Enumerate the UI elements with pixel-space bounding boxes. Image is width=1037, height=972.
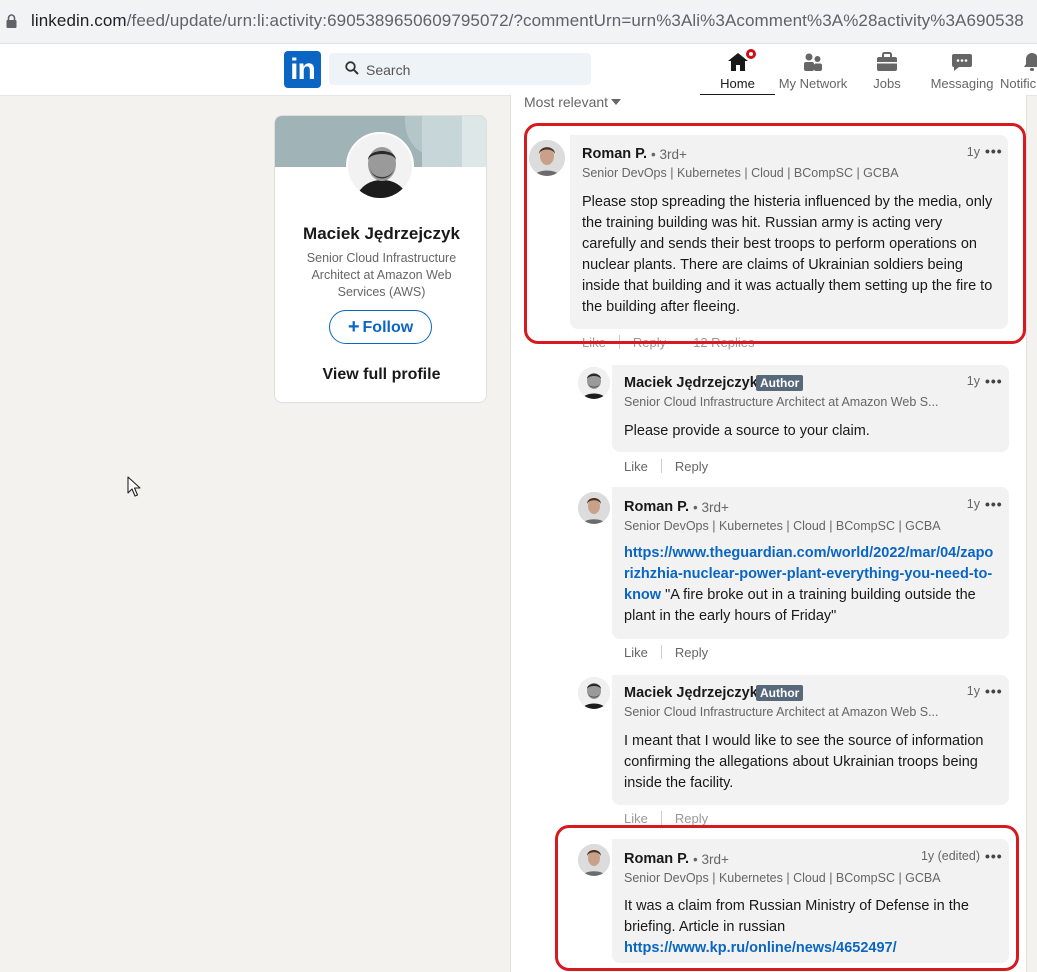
commenter-headline: Senior DevOps | Kubernetes | Cloud | BCo… xyxy=(624,871,941,885)
like-button[interactable]: Like xyxy=(624,459,648,474)
comment-time: 1y (edited) xyxy=(920,849,980,863)
commenter-headline: Senior Cloud Infrastructure Architect at… xyxy=(624,395,939,409)
commenter-name[interactable]: Maciek Jędrzejczyk xyxy=(624,375,758,391)
commenter-headline: Senior DevOps | Kubernetes | Cloud | BCo… xyxy=(582,166,899,180)
nav-my-network-label: My Network xyxy=(778,76,848,91)
commenter-name[interactable]: Maciek Jędrzejczyk xyxy=(624,685,758,701)
comment-quote: "A fire broke out in a training building… xyxy=(624,587,976,624)
commenter-name[interactable]: Roman P. xyxy=(624,499,689,515)
comment-time: 1y xyxy=(966,497,980,511)
url-path: /feed/update/urn:li:activity:69053896506… xyxy=(126,11,1024,30)
follow-button[interactable]: + Follow xyxy=(329,310,432,344)
author-badge: Author xyxy=(756,375,804,391)
more-options-icon[interactable]: ••• xyxy=(985,144,1003,158)
linkedin-logo[interactable]: in xyxy=(284,51,321,88)
more-options-icon[interactable]: ••• xyxy=(985,374,1003,388)
comment-body: It was a claim from Russian Ministry of … xyxy=(624,898,969,935)
nav-messaging[interactable]: Messaging xyxy=(928,48,996,96)
comment-time: 1y xyxy=(966,684,980,698)
network-icon xyxy=(804,53,822,71)
url-text[interactable]: linkedin.com/feed/update/urn:li:activity… xyxy=(31,11,1024,31)
messaging-icon xyxy=(952,54,972,71)
connection-degree: • 3rd+ xyxy=(651,147,687,162)
caret-down-icon xyxy=(611,99,622,105)
briefcase-icon xyxy=(877,52,897,71)
author-profile-card: Maciek Jędrzejczyk Senior Cloud Infrastr… xyxy=(274,115,487,403)
connection-degree: • 3rd+ xyxy=(693,500,729,515)
comment-text: I meant that I would like to see the sou… xyxy=(624,733,984,791)
nav-jobs-label: Jobs xyxy=(873,76,901,91)
commenter-headline: Senior Cloud Infrastructure Architect at… xyxy=(624,705,939,719)
reply-button[interactable]: Reply xyxy=(633,335,666,350)
lock-icon xyxy=(6,14,17,28)
commenter-avatar[interactable] xyxy=(529,140,565,176)
like-button[interactable]: Like xyxy=(624,645,648,660)
comment-text: https://www.theguardian.com/world/2022/m… xyxy=(624,543,996,627)
nav-notifications-label: Notific xyxy=(1000,76,1037,91)
reply-button[interactable]: Reply xyxy=(675,459,708,474)
notification-dot xyxy=(744,47,758,61)
commenter-avatar[interactable] xyxy=(578,367,610,399)
comment-text: Please provide a source to your claim. xyxy=(624,423,870,439)
connection-degree: • 3rd+ xyxy=(693,852,729,867)
author-badge: Author xyxy=(756,685,804,701)
like-button[interactable]: Like xyxy=(582,335,606,350)
comment-text: It was a claim from Russian Ministry of … xyxy=(624,896,984,959)
more-options-icon[interactable]: ••• xyxy=(985,849,1003,863)
profile-name[interactable]: Maciek Jędrzejczyk xyxy=(275,224,486,244)
reply-button[interactable]: Reply xyxy=(675,645,708,660)
sort-dropdown[interactable]: Most relevant xyxy=(524,94,622,110)
search-placeholder: Search xyxy=(366,62,411,78)
search-input[interactable]: Search xyxy=(329,53,591,85)
commenter-name[interactable]: Roman P. xyxy=(582,146,647,162)
nav-my-network[interactable]: My Network xyxy=(775,48,851,96)
comment-time: 1y xyxy=(966,145,980,159)
comment-text: Please stop spreading the histeria influ… xyxy=(582,194,993,315)
mouse-cursor-icon xyxy=(127,476,141,497)
comment-actions: Like Reply xyxy=(624,459,708,474)
like-button[interactable]: Like xyxy=(624,811,648,826)
commenter-avatar[interactable] xyxy=(578,492,610,524)
view-replies-button[interactable]: 12 Replies xyxy=(693,335,754,350)
follow-label: Follow xyxy=(362,319,414,336)
view-full-profile-link[interactable]: View full profile xyxy=(275,366,486,384)
commenter-headline: Senior DevOps | Kubernetes | Cloud | BCo… xyxy=(624,519,941,533)
profile-avatar[interactable] xyxy=(346,132,414,200)
plus-icon: + xyxy=(347,316,360,338)
nav-jobs[interactable]: Jobs xyxy=(862,48,912,96)
nav-home-label: Home xyxy=(720,76,755,91)
search-icon xyxy=(345,61,359,75)
reply-button[interactable]: Reply xyxy=(675,811,708,826)
commenter-avatar[interactable] xyxy=(578,844,610,876)
nav-notifications[interactable]: Notific xyxy=(1000,48,1037,96)
nav-home[interactable]: Home xyxy=(700,47,775,96)
commenter-avatar[interactable] xyxy=(578,677,610,709)
profile-headline: Senior Cloud Infrastructure Architect at… xyxy=(306,251,457,299)
article-link[interactable]: https://www.kp.ru/online/news/4652497/ xyxy=(624,940,897,956)
comment-actions: Like Reply xyxy=(624,811,708,826)
url-domain: linkedin.com xyxy=(31,11,127,30)
more-options-icon[interactable]: ••• xyxy=(985,497,1003,511)
bell-icon xyxy=(1024,53,1037,71)
browser-address-bar[interactable]: linkedin.com/feed/update/urn:li:activity… xyxy=(0,0,1037,44)
comment-time: 1y xyxy=(966,374,980,388)
comment-actions: Like Reply xyxy=(624,645,708,660)
nav-messaging-label: Messaging xyxy=(930,76,994,91)
commenter-name[interactable]: Roman P. xyxy=(624,851,689,867)
sort-label: Most relevant xyxy=(524,94,609,110)
comment-actions: Like Reply 12 Replies xyxy=(582,335,755,350)
more-options-icon[interactable]: ••• xyxy=(985,684,1003,698)
